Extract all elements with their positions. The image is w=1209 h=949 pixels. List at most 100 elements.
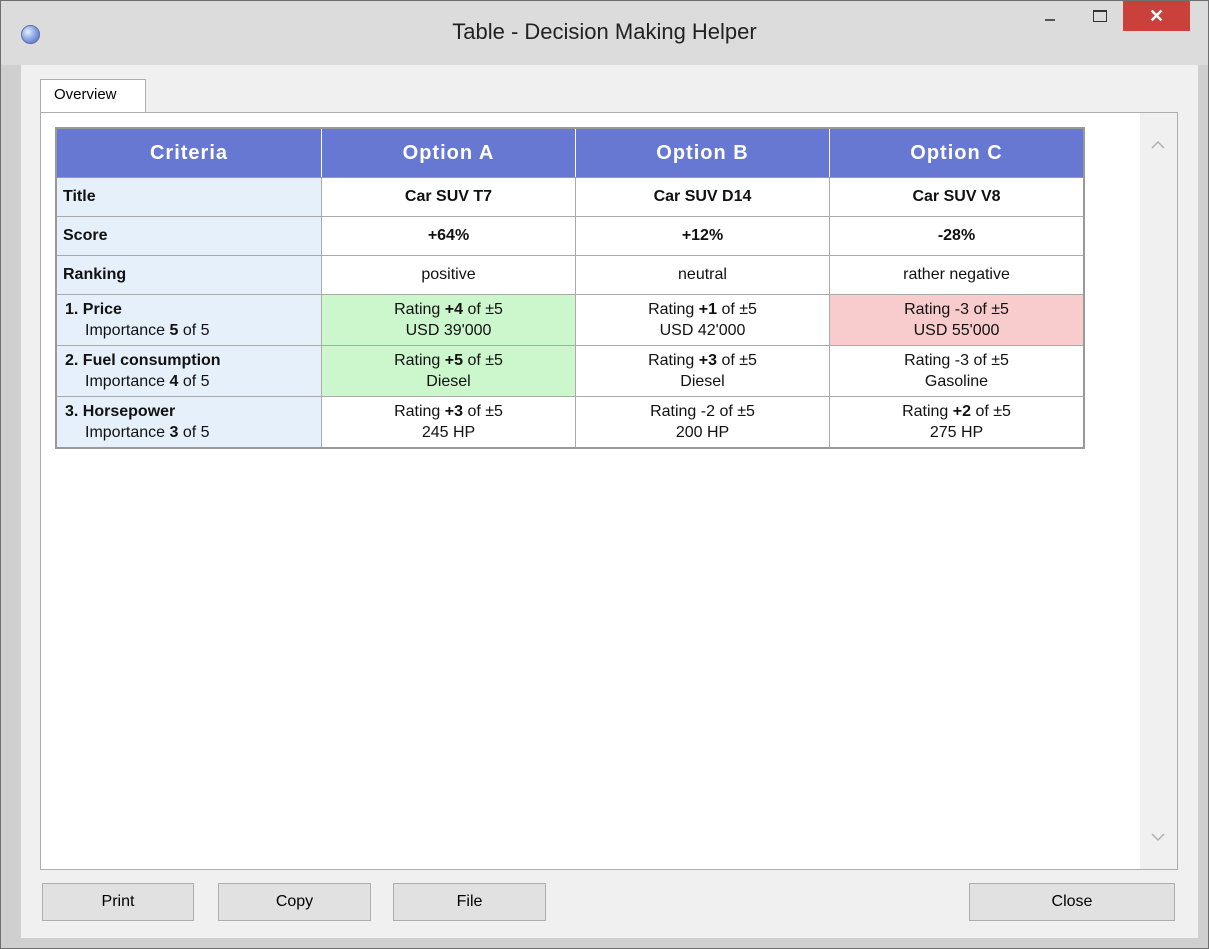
importance-label: Importance (85, 322, 170, 339)
rating-cell: Rating +2 of ±5 275 HP (829, 396, 1085, 449)
criterion-cell: 2. Fuel consumption Importance 4 of 5 (55, 345, 322, 397)
title-option-b: Car SUV D14 (575, 177, 830, 217)
tab-overview[interactable]: Overview (40, 79, 146, 113)
rating-label: Rating (394, 403, 445, 420)
rating-detail: 200 HP (675, 424, 730, 441)
chevron-up-icon[interactable] (1150, 137, 1166, 153)
title-option-c: Car SUV V8 (829, 177, 1085, 217)
importance-label: Importance (85, 373, 170, 390)
rating-detail: USD 42'000 (659, 322, 746, 339)
table-row-title: Title Car SUV T7 Car SUV D14 Car SUV V8 (55, 177, 1085, 217)
rating-scale: of ±5 (463, 403, 503, 420)
rating-detail: Diesel (680, 373, 725, 390)
print-button[interactable]: Print (42, 883, 194, 921)
criterion-name: 2. Fuel consumption (65, 352, 221, 369)
rating-line: Rating +5 of ±5 (328, 350, 569, 371)
rating-scale: of ±5 (463, 301, 503, 318)
header-criteria: Criteria (55, 127, 322, 178)
rating-label: Rating (904, 352, 955, 369)
rating-scale: of ±5 (717, 301, 757, 318)
rating-value: +3 (444, 403, 464, 420)
score-option-a: +64% (321, 216, 576, 256)
chevron-down-icon[interactable] (1150, 829, 1166, 845)
score-option-c: -28% (829, 216, 1085, 256)
row-label-ranking: Ranking (55, 255, 322, 295)
rating-label: Rating (904, 301, 955, 318)
overview-panel: Criteria Option A Option B Option C Titl… (40, 112, 1178, 870)
header-option-a: Option A (321, 127, 576, 178)
rating-cell: Rating +3 of ±5 245 HP (321, 396, 576, 449)
client-area: Overview Criteria Option A Option B Opti… (21, 65, 1198, 938)
rating-value: +5 (444, 352, 464, 369)
rating-detail: 245 HP (421, 424, 476, 441)
rating-detail: USD 39'000 (405, 322, 492, 339)
copy-button[interactable]: Copy (218, 883, 371, 921)
score-option-b: +12% (575, 216, 830, 256)
header-option-c: Option C (829, 127, 1085, 178)
rating-scale: of ±5 (463, 352, 503, 369)
criterion-name: 1. Price (65, 301, 122, 318)
rating-label: Rating (394, 352, 445, 369)
rating-value: +1 (698, 301, 718, 318)
rating-value: +2 (952, 403, 972, 420)
rating-scale: of ±5 (717, 352, 757, 369)
rating-line: Rating -3 of ±5 (836, 350, 1077, 371)
decision-table: Criteria Option A Option B Option C Titl… (55, 127, 1085, 449)
rating-value: -3 (954, 352, 969, 369)
close-window-button[interactable]: ✕ (1123, 1, 1190, 31)
rating-label: Rating (394, 301, 445, 318)
table-row-ranking: Ranking positive neutral rather negative (55, 255, 1085, 295)
rating-value: -2 (700, 403, 715, 420)
rating-label: Rating (902, 403, 953, 420)
rating-line: Rating +4 of ±5 (328, 299, 569, 320)
rating-cell: Rating +1 of ±5 USD 42'000 (575, 294, 830, 346)
close-button[interactable]: Close (969, 883, 1175, 921)
rating-detail: USD 55'000 (913, 322, 1000, 339)
app-window: Table - Decision Making Helper ✕ Overvie… (0, 0, 1209, 949)
rating-line: Rating +2 of ±5 (836, 401, 1077, 422)
close-icon: ✕ (1148, 5, 1165, 26)
row-label-title: Title (55, 177, 322, 217)
rating-detail: Diesel (426, 373, 471, 390)
rating-scale: of ±5 (971, 403, 1011, 420)
table-row-criterion-price: 1. Price Importance 5 of 5 Rating +4 of … (55, 294, 1085, 346)
rating-cell: Rating +3 of ±5 Diesel (575, 345, 830, 397)
rating-line: Rating +3 of ±5 (328, 401, 569, 422)
header-option-b: Option B (575, 127, 830, 178)
rating-line: Rating +3 of ±5 (582, 350, 823, 371)
table-row-criterion-horsepower: 3. Horsepower Importance 3 of 5 Rating +… (55, 396, 1085, 449)
maximize-button[interactable] (1077, 1, 1123, 31)
criterion-importance: Importance 5 of 5 (65, 320, 313, 341)
vertical-scrollbar[interactable] (1140, 113, 1177, 869)
ranking-option-c: rather negative (829, 255, 1085, 295)
rating-cell: Rating +5 of ±5 Diesel (321, 345, 576, 397)
importance-scale: of 5 (178, 424, 210, 441)
rating-label: Rating (648, 301, 699, 318)
rating-line: Rating -2 of ±5 (582, 401, 823, 422)
rating-label: Rating (650, 403, 701, 420)
importance-label: Importance (85, 424, 170, 441)
row-label-score: Score (55, 216, 322, 256)
criterion-cell: 1. Price Importance 5 of 5 (55, 294, 322, 346)
criterion-importance: Importance 3 of 5 (65, 422, 313, 443)
rating-cell: Rating -2 of ±5 200 HP (575, 396, 830, 449)
title-bar[interactable]: Table - Decision Making Helper ✕ (1, 1, 1208, 65)
rating-line: Rating -3 of ±5 (836, 299, 1077, 320)
minimize-button[interactable] (1027, 1, 1073, 31)
rating-detail: 275 HP (929, 424, 984, 441)
table-header-row: Criteria Option A Option B Option C (55, 127, 1085, 178)
table-row-score: Score +64% +12% -28% (55, 216, 1085, 256)
rating-value: +3 (698, 352, 718, 369)
importance-scale: of 5 (178, 373, 210, 390)
rating-detail: Gasoline (924, 373, 989, 390)
ranking-option-b: neutral (575, 255, 830, 295)
rating-label: Rating (648, 352, 699, 369)
ranking-option-a: positive (321, 255, 576, 295)
file-button[interactable]: File (393, 883, 546, 921)
rating-cell: Rating -3 of ±5 USD 55'000 (829, 294, 1085, 346)
table-row-criterion-fuel: 2. Fuel consumption Importance 4 of 5 Ra… (55, 345, 1085, 397)
criterion-cell: 3. Horsepower Importance 3 of 5 (55, 396, 322, 449)
rating-value: +4 (444, 301, 464, 318)
rating-cell: Rating +4 of ±5 USD 39'000 (321, 294, 576, 346)
rating-scale: of ±5 (969, 352, 1009, 369)
